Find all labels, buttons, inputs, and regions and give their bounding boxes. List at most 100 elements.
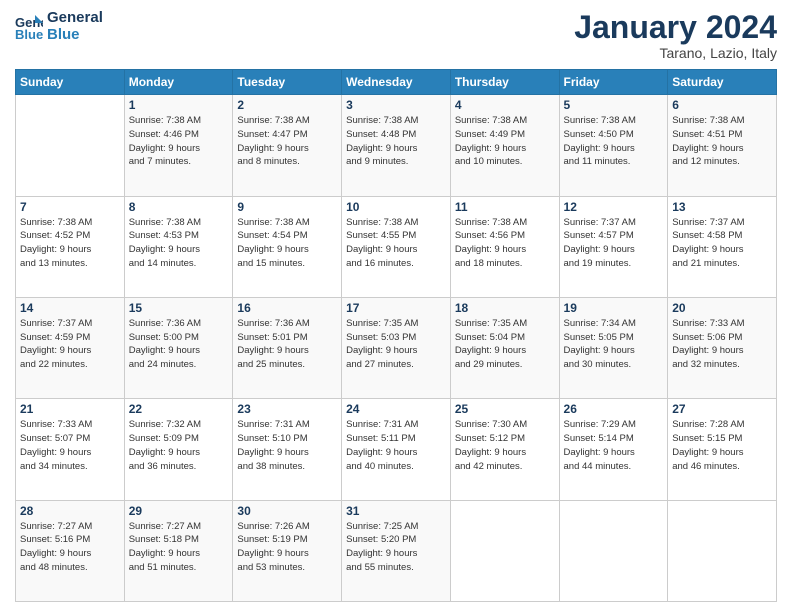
day-info: Sunrise: 7:29 AM Sunset: 5:14 PM Dayligh…	[564, 418, 664, 473]
day-cell: 15 Sunrise: 7:36 AM Sunset: 5:00 PM Dayli…	[124, 297, 233, 398]
day-cell: 13 Sunrise: 7:37 AM Sunset: 4:58 PM Dayli…	[668, 196, 777, 297]
day-info: Sunrise: 7:36 AM Sunset: 5:00 PM Dayligh…	[129, 317, 229, 372]
header-day-wednesday: Wednesday	[342, 70, 451, 95]
calendar-table: SundayMondayTuesdayWednesdayThursdayFrid…	[15, 69, 777, 602]
title-block: January 2024 Tarano, Lazio, Italy	[574, 10, 777, 61]
day-number: 15	[129, 301, 229, 315]
day-info: Sunrise: 7:38 AM Sunset: 4:55 PM Dayligh…	[346, 216, 446, 271]
day-info: Sunrise: 7:37 AM Sunset: 4:58 PM Dayligh…	[672, 216, 772, 271]
day-info: Sunrise: 7:38 AM Sunset: 4:56 PM Dayligh…	[455, 216, 555, 271]
day-number: 9	[237, 200, 337, 214]
week-row-3: 14 Sunrise: 7:37 AM Sunset: 4:59 PM Dayli…	[16, 297, 777, 398]
day-cell: 21Sunrise: 7:33 AM Sunset: 5:07 PM Dayli…	[16, 399, 125, 500]
day-number: 13	[672, 200, 772, 214]
day-cell: 14 Sunrise: 7:37 AM Sunset: 4:59 PM Dayli…	[16, 297, 125, 398]
day-cell: 12 Sunrise: 7:37 AM Sunset: 4:57 PM Dayli…	[559, 196, 668, 297]
logo: General Blue General Blue	[15, 10, 103, 43]
header: General Blue General Blue January 2024 T…	[15, 10, 777, 61]
day-cell: 30Sunrise: 7:26 AM Sunset: 5:19 PM Dayli…	[233, 500, 342, 601]
day-cell: 27 Sunrise: 7:28 AM Sunset: 5:15 PM Dayli…	[668, 399, 777, 500]
day-info: Sunrise: 7:34 AM Sunset: 5:05 PM Dayligh…	[564, 317, 664, 372]
day-cell: 10 Sunrise: 7:38 AM Sunset: 4:55 PM Dayli…	[342, 196, 451, 297]
header-day-tuesday: Tuesday	[233, 70, 342, 95]
week-row-1: 1 Sunrise: 7:38 AM Sunset: 4:46 PM Daylig…	[16, 95, 777, 196]
day-cell: 25 Sunrise: 7:30 AM Sunset: 5:12 PM Dayli…	[450, 399, 559, 500]
day-number: 1	[129, 98, 229, 112]
day-info: Sunrise: 7:37 AM Sunset: 4:59 PM Dayligh…	[20, 317, 120, 372]
header-day-monday: Monday	[124, 70, 233, 95]
day-info: Sunrise: 7:32 AM Sunset: 5:09 PM Dayligh…	[129, 418, 229, 473]
svg-text:Blue: Blue	[15, 27, 43, 41]
day-info: Sunrise: 7:38 AM Sunset: 4:46 PM Dayligh…	[129, 114, 229, 169]
day-info: Sunrise: 7:38 AM Sunset: 4:50 PM Dayligh…	[564, 114, 664, 169]
day-number: 26	[564, 402, 664, 416]
day-cell: 18 Sunrise: 7:35 AM Sunset: 5:04 PM Dayli…	[450, 297, 559, 398]
month-title: January 2024	[574, 10, 777, 45]
day-info: Sunrise: 7:37 AM Sunset: 4:57 PM Dayligh…	[564, 216, 664, 271]
day-number: 28	[20, 504, 120, 518]
day-number: 24	[346, 402, 446, 416]
day-cell: 16 Sunrise: 7:36 AM Sunset: 5:01 PM Dayli…	[233, 297, 342, 398]
day-number: 7	[20, 200, 120, 214]
day-cell: 4Sunrise: 7:38 AM Sunset: 4:49 PM Daylig…	[450, 95, 559, 196]
day-cell	[559, 500, 668, 601]
logo-line1: General	[47, 10, 103, 27]
day-number: 5	[564, 98, 664, 112]
day-cell: 29 Sunrise: 7:27 AM Sunset: 5:18 PM Dayli…	[124, 500, 233, 601]
week-row-2: 7 Sunrise: 7:38 AM Sunset: 4:52 PM Daylig…	[16, 196, 777, 297]
day-number: 31	[346, 504, 446, 518]
day-number: 6	[672, 98, 772, 112]
day-cell: 2Sunrise: 7:38 AM Sunset: 4:47 PM Daylig…	[233, 95, 342, 196]
day-number: 10	[346, 200, 446, 214]
day-cell: 11Sunrise: 7:38 AM Sunset: 4:56 PM Dayli…	[450, 196, 559, 297]
day-number: 27	[672, 402, 772, 416]
day-cell: 6 Sunrise: 7:38 AM Sunset: 4:51 PM Daylig…	[668, 95, 777, 196]
day-info: Sunrise: 7:38 AM Sunset: 4:48 PM Dayligh…	[346, 114, 446, 169]
calendar-header-row: SundayMondayTuesdayWednesdayThursdayFrid…	[16, 70, 777, 95]
day-info: Sunrise: 7:27 AM Sunset: 5:16 PM Dayligh…	[20, 520, 120, 575]
day-number: 23	[237, 402, 337, 416]
day-number: 17	[346, 301, 446, 315]
day-number: 22	[129, 402, 229, 416]
day-info: Sunrise: 7:38 AM Sunset: 4:53 PM Dayligh…	[129, 216, 229, 271]
day-number: 29	[129, 504, 229, 518]
day-info: Sunrise: 7:38 AM Sunset: 4:54 PM Dayligh…	[237, 216, 337, 271]
day-number: 12	[564, 200, 664, 214]
day-cell: 31 Sunrise: 7:25 AM Sunset: 5:20 PM Dayli…	[342, 500, 451, 601]
day-info: Sunrise: 7:27 AM Sunset: 5:18 PM Dayligh…	[129, 520, 229, 575]
day-number: 8	[129, 200, 229, 214]
day-info: Sunrise: 7:38 AM Sunset: 4:51 PM Dayligh…	[672, 114, 772, 169]
day-cell: 28 Sunrise: 7:27 AM Sunset: 5:16 PM Dayli…	[16, 500, 125, 601]
day-number: 20	[672, 301, 772, 315]
week-row-5: 28 Sunrise: 7:27 AM Sunset: 5:16 PM Dayli…	[16, 500, 777, 601]
day-info: Sunrise: 7:28 AM Sunset: 5:15 PM Dayligh…	[672, 418, 772, 473]
day-cell: 1 Sunrise: 7:38 AM Sunset: 4:46 PM Daylig…	[124, 95, 233, 196]
header-day-saturday: Saturday	[668, 70, 777, 95]
day-cell: 20 Sunrise: 7:33 AM Sunset: 5:06 PM Dayli…	[668, 297, 777, 398]
page: General Blue General Blue January 2024 T…	[0, 0, 792, 612]
day-cell: 7 Sunrise: 7:38 AM Sunset: 4:52 PM Daylig…	[16, 196, 125, 297]
day-cell	[16, 95, 125, 196]
logo-line2: Blue	[47, 27, 103, 44]
day-number: 4	[455, 98, 555, 112]
day-info: Sunrise: 7:38 AM Sunset: 4:47 PM Dayligh…	[237, 114, 337, 169]
day-number: 19	[564, 301, 664, 315]
day-info: Sunrise: 7:38 AM Sunset: 4:52 PM Dayligh…	[20, 216, 120, 271]
day-info: Sunrise: 7:31 AM Sunset: 5:11 PM Dayligh…	[346, 418, 446, 473]
day-number: 14	[20, 301, 120, 315]
day-number: 16	[237, 301, 337, 315]
day-info: Sunrise: 7:33 AM Sunset: 5:06 PM Dayligh…	[672, 317, 772, 372]
day-number: 25	[455, 402, 555, 416]
day-cell: 19 Sunrise: 7:34 AM Sunset: 5:05 PM Dayli…	[559, 297, 668, 398]
day-info: Sunrise: 7:30 AM Sunset: 5:12 PM Dayligh…	[455, 418, 555, 473]
day-number: 18	[455, 301, 555, 315]
header-day-friday: Friday	[559, 70, 668, 95]
day-info: Sunrise: 7:36 AM Sunset: 5:01 PM Dayligh…	[237, 317, 337, 372]
day-cell: 9 Sunrise: 7:38 AM Sunset: 4:54 PM Daylig…	[233, 196, 342, 297]
day-cell: 5 Sunrise: 7:38 AM Sunset: 4:50 PM Daylig…	[559, 95, 668, 196]
day-info: Sunrise: 7:25 AM Sunset: 5:20 PM Dayligh…	[346, 520, 446, 575]
day-cell: 8 Sunrise: 7:38 AM Sunset: 4:53 PM Daylig…	[124, 196, 233, 297]
day-info: Sunrise: 7:35 AM Sunset: 5:04 PM Dayligh…	[455, 317, 555, 372]
day-number: 30	[237, 504, 337, 518]
day-info: Sunrise: 7:31 AM Sunset: 5:10 PM Dayligh…	[237, 418, 337, 473]
